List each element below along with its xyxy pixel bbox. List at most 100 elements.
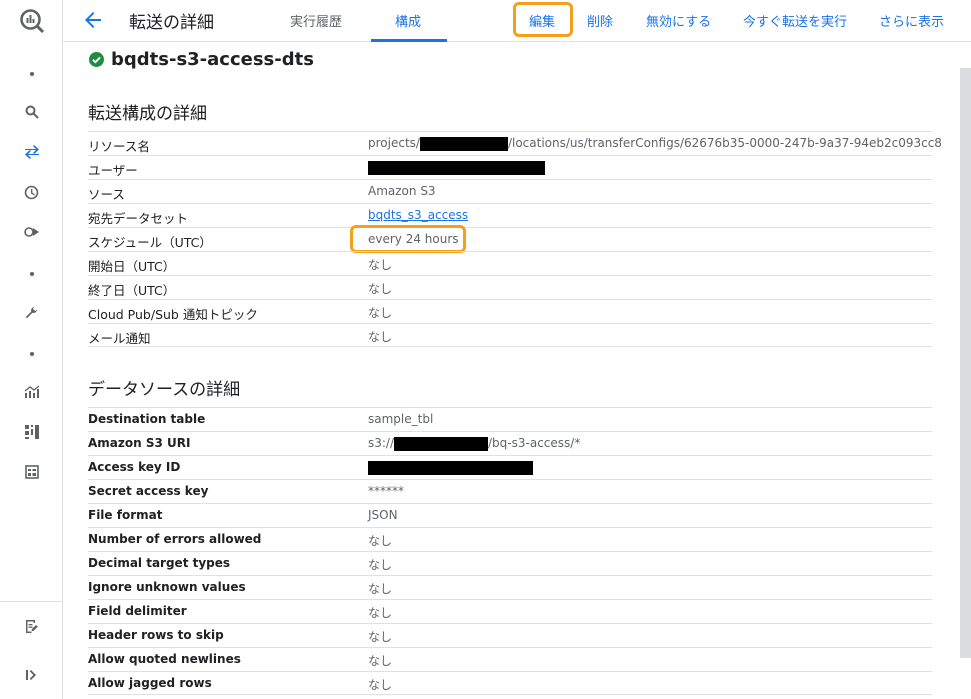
section-title-transfer-config: 転送構成の詳細 bbox=[88, 104, 207, 124]
detail-row: 開始日（UTC） なし bbox=[88, 251, 932, 275]
dest-table-label: Destination table bbox=[88, 412, 206, 426]
bigquery-logo-icon[interactable] bbox=[0, 4, 63, 38]
back-arrow-icon[interactable] bbox=[81, 8, 105, 32]
errors-allowed-label: Number of errors allowed bbox=[88, 532, 262, 546]
scheduled-query-icon[interactable] bbox=[0, 218, 63, 246]
analytics-icon[interactable] bbox=[0, 378, 63, 406]
section-title-datasource: データソースの詳細 bbox=[88, 380, 241, 400]
dataset-link[interactable]: bqdts_s3_access bbox=[368, 208, 468, 222]
vertical-scrollbar[interactable] bbox=[960, 68, 971, 658]
detail-row: Ignore unknown values なし bbox=[88, 575, 932, 599]
dest-table-value: sample_tbl bbox=[368, 412, 434, 426]
ignore-unknown-value: なし bbox=[368, 582, 393, 596]
page-title: 転送の詳細 bbox=[129, 13, 214, 33]
user-value bbox=[368, 160, 545, 175]
tab-configuration[interactable]: 構成 bbox=[395, 11, 421, 30]
expand-rail-icon[interactable] bbox=[0, 661, 63, 689]
schedule-value: every 24 hours bbox=[368, 232, 459, 246]
detail-row: スケジュール（UTC） every 24 hours bbox=[88, 227, 932, 251]
dataset-label: 宛先データセット bbox=[88, 211, 189, 226]
detail-row: リソース名 projects//locations/us/transferCon… bbox=[88, 131, 942, 155]
detail-row: Access key ID bbox=[88, 455, 932, 479]
access-key-label: Access key ID bbox=[88, 460, 181, 474]
detail-row: Secret access key ****** bbox=[88, 479, 932, 503]
secret-key-label: Secret access key bbox=[88, 484, 209, 498]
delete-button[interactable]: 削除 bbox=[587, 11, 613, 30]
detail-row: 宛先データセット bqdts_s3_access bbox=[88, 203, 932, 227]
history-icon[interactable] bbox=[0, 178, 63, 206]
tab-run-history[interactable]: 実行履歴 bbox=[290, 11, 342, 30]
release-notes-icon[interactable] bbox=[0, 612, 63, 640]
start-date-value: なし bbox=[368, 258, 393, 272]
quoted-newlines-label: Allow quoted newlines bbox=[88, 652, 241, 666]
disable-button[interactable]: 無効にする bbox=[646, 11, 711, 30]
detail-row: ユーザー bbox=[88, 155, 932, 179]
s3-uri-label: Amazon S3 URI bbox=[88, 436, 191, 450]
field-delimiter-label: Field delimiter bbox=[88, 604, 187, 618]
email-label: メール通知 bbox=[88, 331, 151, 346]
s3-uri-value: s3:///bq-s3-access/* bbox=[368, 436, 581, 451]
redacted-block bbox=[368, 160, 545, 175]
ignore-unknown-label: Ignore unknown values bbox=[88, 580, 246, 594]
detail-row: Cloud Pub/Sub 通知トピック なし bbox=[88, 299, 932, 323]
table-icon[interactable] bbox=[0, 458, 63, 486]
redacted-block bbox=[419, 136, 508, 151]
transfer-config-panel: bqdts-s3-access-dts 転送構成の詳細 リソース名 projec… bbox=[63, 42, 960, 699]
detail-row: Destination table sample_tbl bbox=[88, 407, 932, 431]
file-format-label: File format bbox=[88, 508, 163, 522]
decimal-types-value: なし bbox=[368, 558, 393, 572]
redacted-block bbox=[394, 436, 489, 451]
detail-row: Allow jagged rows なし bbox=[88, 671, 932, 695]
end-date-value: なし bbox=[368, 282, 393, 296]
more-button[interactable]: さらに表示 bbox=[879, 11, 944, 30]
config-heading: bqdts-s3-access-dts bbox=[89, 49, 314, 70]
search-icon[interactable] bbox=[0, 98, 63, 126]
redacted-block bbox=[368, 460, 533, 475]
secret-key-value: ****** bbox=[368, 484, 404, 498]
pubsub-label: Cloud Pub/Sub 通知トピック bbox=[88, 307, 258, 322]
dot-icon bbox=[0, 340, 63, 368]
header-rows-value: なし bbox=[368, 630, 393, 644]
end-date-label: 終了日（UTC） bbox=[88, 283, 176, 298]
detail-row: Amazon S3 URI s3:///bq-s3-access/* bbox=[88, 431, 932, 455]
access-key-value bbox=[368, 460, 533, 475]
edit-button[interactable]: 編集 bbox=[529, 11, 555, 30]
header-rows-label: Header rows to skip bbox=[88, 628, 224, 642]
dot-icon bbox=[0, 260, 63, 288]
jagged-rows-value: なし bbox=[368, 678, 393, 692]
top-action-bar: 転送の詳細 実行履歴 構成 編集 削除 無効にする 今すぐ転送を実行 さらに表示 bbox=[63, 0, 971, 42]
resource-name-label: リソース名 bbox=[88, 139, 150, 154]
quoted-newlines-value: なし bbox=[368, 654, 393, 668]
dashboard-icon[interactable] bbox=[0, 418, 63, 446]
resource-name-value: projects//locations/us/transferConfigs/6… bbox=[368, 136, 942, 151]
schedule-label: スケジュール（UTC） bbox=[88, 235, 212, 250]
success-check-icon bbox=[89, 52, 104, 67]
detail-row: File format JSON bbox=[88, 503, 932, 527]
run-now-button[interactable]: 今すぐ転送を実行 bbox=[743, 11, 847, 30]
detail-row: メール通知 なし bbox=[88, 323, 932, 347]
detail-row: 終了日（UTC） なし bbox=[88, 275, 932, 299]
wrench-icon[interactable] bbox=[0, 298, 63, 326]
detail-row: Decimal target types なし bbox=[88, 551, 932, 575]
jagged-rows-label: Allow jagged rows bbox=[88, 676, 212, 690]
detail-row: Allow quoted newlines なし bbox=[88, 647, 932, 671]
file-format-value: JSON bbox=[368, 508, 398, 522]
user-label: ユーザー bbox=[88, 163, 138, 178]
detail-row: Field delimiter なし bbox=[88, 599, 932, 623]
field-delimiter-value: なし bbox=[368, 606, 393, 620]
pubsub-value: なし bbox=[368, 306, 393, 320]
dataset-value: bqdts_s3_access bbox=[368, 208, 468, 222]
dot-icon bbox=[0, 60, 63, 88]
source-label: ソース bbox=[88, 187, 125, 202]
detail-row: Header rows to skip なし bbox=[88, 623, 932, 647]
detail-row: Number of errors allowed なし bbox=[88, 527, 932, 551]
decimal-types-label: Decimal target types bbox=[88, 556, 231, 570]
start-date-label: 開始日（UTC） bbox=[88, 259, 176, 274]
left-nav-rail bbox=[0, 0, 63, 699]
config-name: bqdts-s3-access-dts bbox=[111, 49, 314, 70]
detail-row: ソース Amazon S3 bbox=[88, 179, 932, 203]
source-value: Amazon S3 bbox=[368, 184, 436, 198]
transfer-icon[interactable] bbox=[0, 138, 63, 166]
errors-allowed-value: なし bbox=[368, 534, 393, 548]
email-value: なし bbox=[368, 330, 393, 344]
